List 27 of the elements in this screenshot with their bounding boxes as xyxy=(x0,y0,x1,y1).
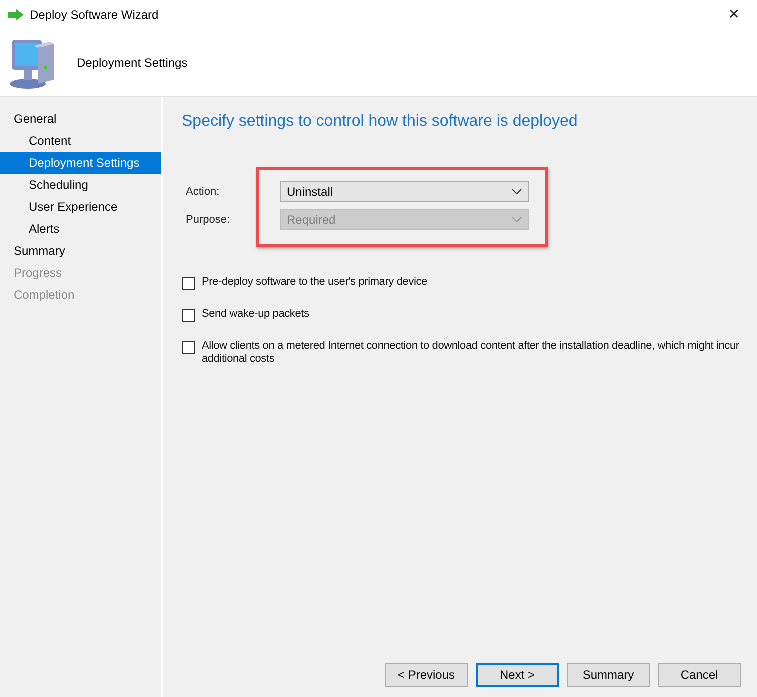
chevron-down-icon xyxy=(512,216,522,222)
nav-item[interactable]: General xyxy=(0,108,161,130)
page-title: Deployment Settings xyxy=(77,56,188,70)
dropdown[interactable]: Uninstall xyxy=(280,181,529,202)
nav-item[interactable]: Summary xyxy=(0,240,161,262)
nav-item[interactable]: Content xyxy=(0,130,161,152)
wizard-button[interactable]: < Previous xyxy=(385,663,468,687)
checkbox[interactable] xyxy=(182,309,195,322)
nav-item[interactable]: Deployment Settings xyxy=(0,152,161,174)
checkbox-label: Send wake-up packets xyxy=(202,308,310,321)
wizard-button[interactable]: Next > xyxy=(476,663,559,687)
nav-item[interactable]: Scheduling xyxy=(0,174,161,196)
wizard-button[interactable]: Summary xyxy=(567,663,650,687)
chevron-down-icon xyxy=(512,188,522,194)
checkbox-label: Allow clients on a metered Internet connection to download content after the installation deadline, which might incur additional costs xyxy=(202,340,740,366)
wizard-button[interactable]: Cancel xyxy=(658,663,741,687)
nav-item[interactable]: Alerts xyxy=(0,218,161,240)
field-label: Action: xyxy=(186,186,220,198)
section-heading: Specify settings to control how this software is deployed xyxy=(182,113,579,132)
window-title: Deploy Software Wizard xyxy=(30,8,160,22)
checkbox[interactable] xyxy=(182,341,195,354)
nav-item[interactable]: User Experience xyxy=(0,196,161,218)
field-label: Purpose: xyxy=(186,214,230,226)
checkbox[interactable] xyxy=(182,277,195,290)
arrow-icon xyxy=(8,9,24,21)
close-button[interactable]: ✕ xyxy=(711,0,757,30)
checkbox-label: Pre-deploy software to the user's primary device xyxy=(202,276,428,289)
